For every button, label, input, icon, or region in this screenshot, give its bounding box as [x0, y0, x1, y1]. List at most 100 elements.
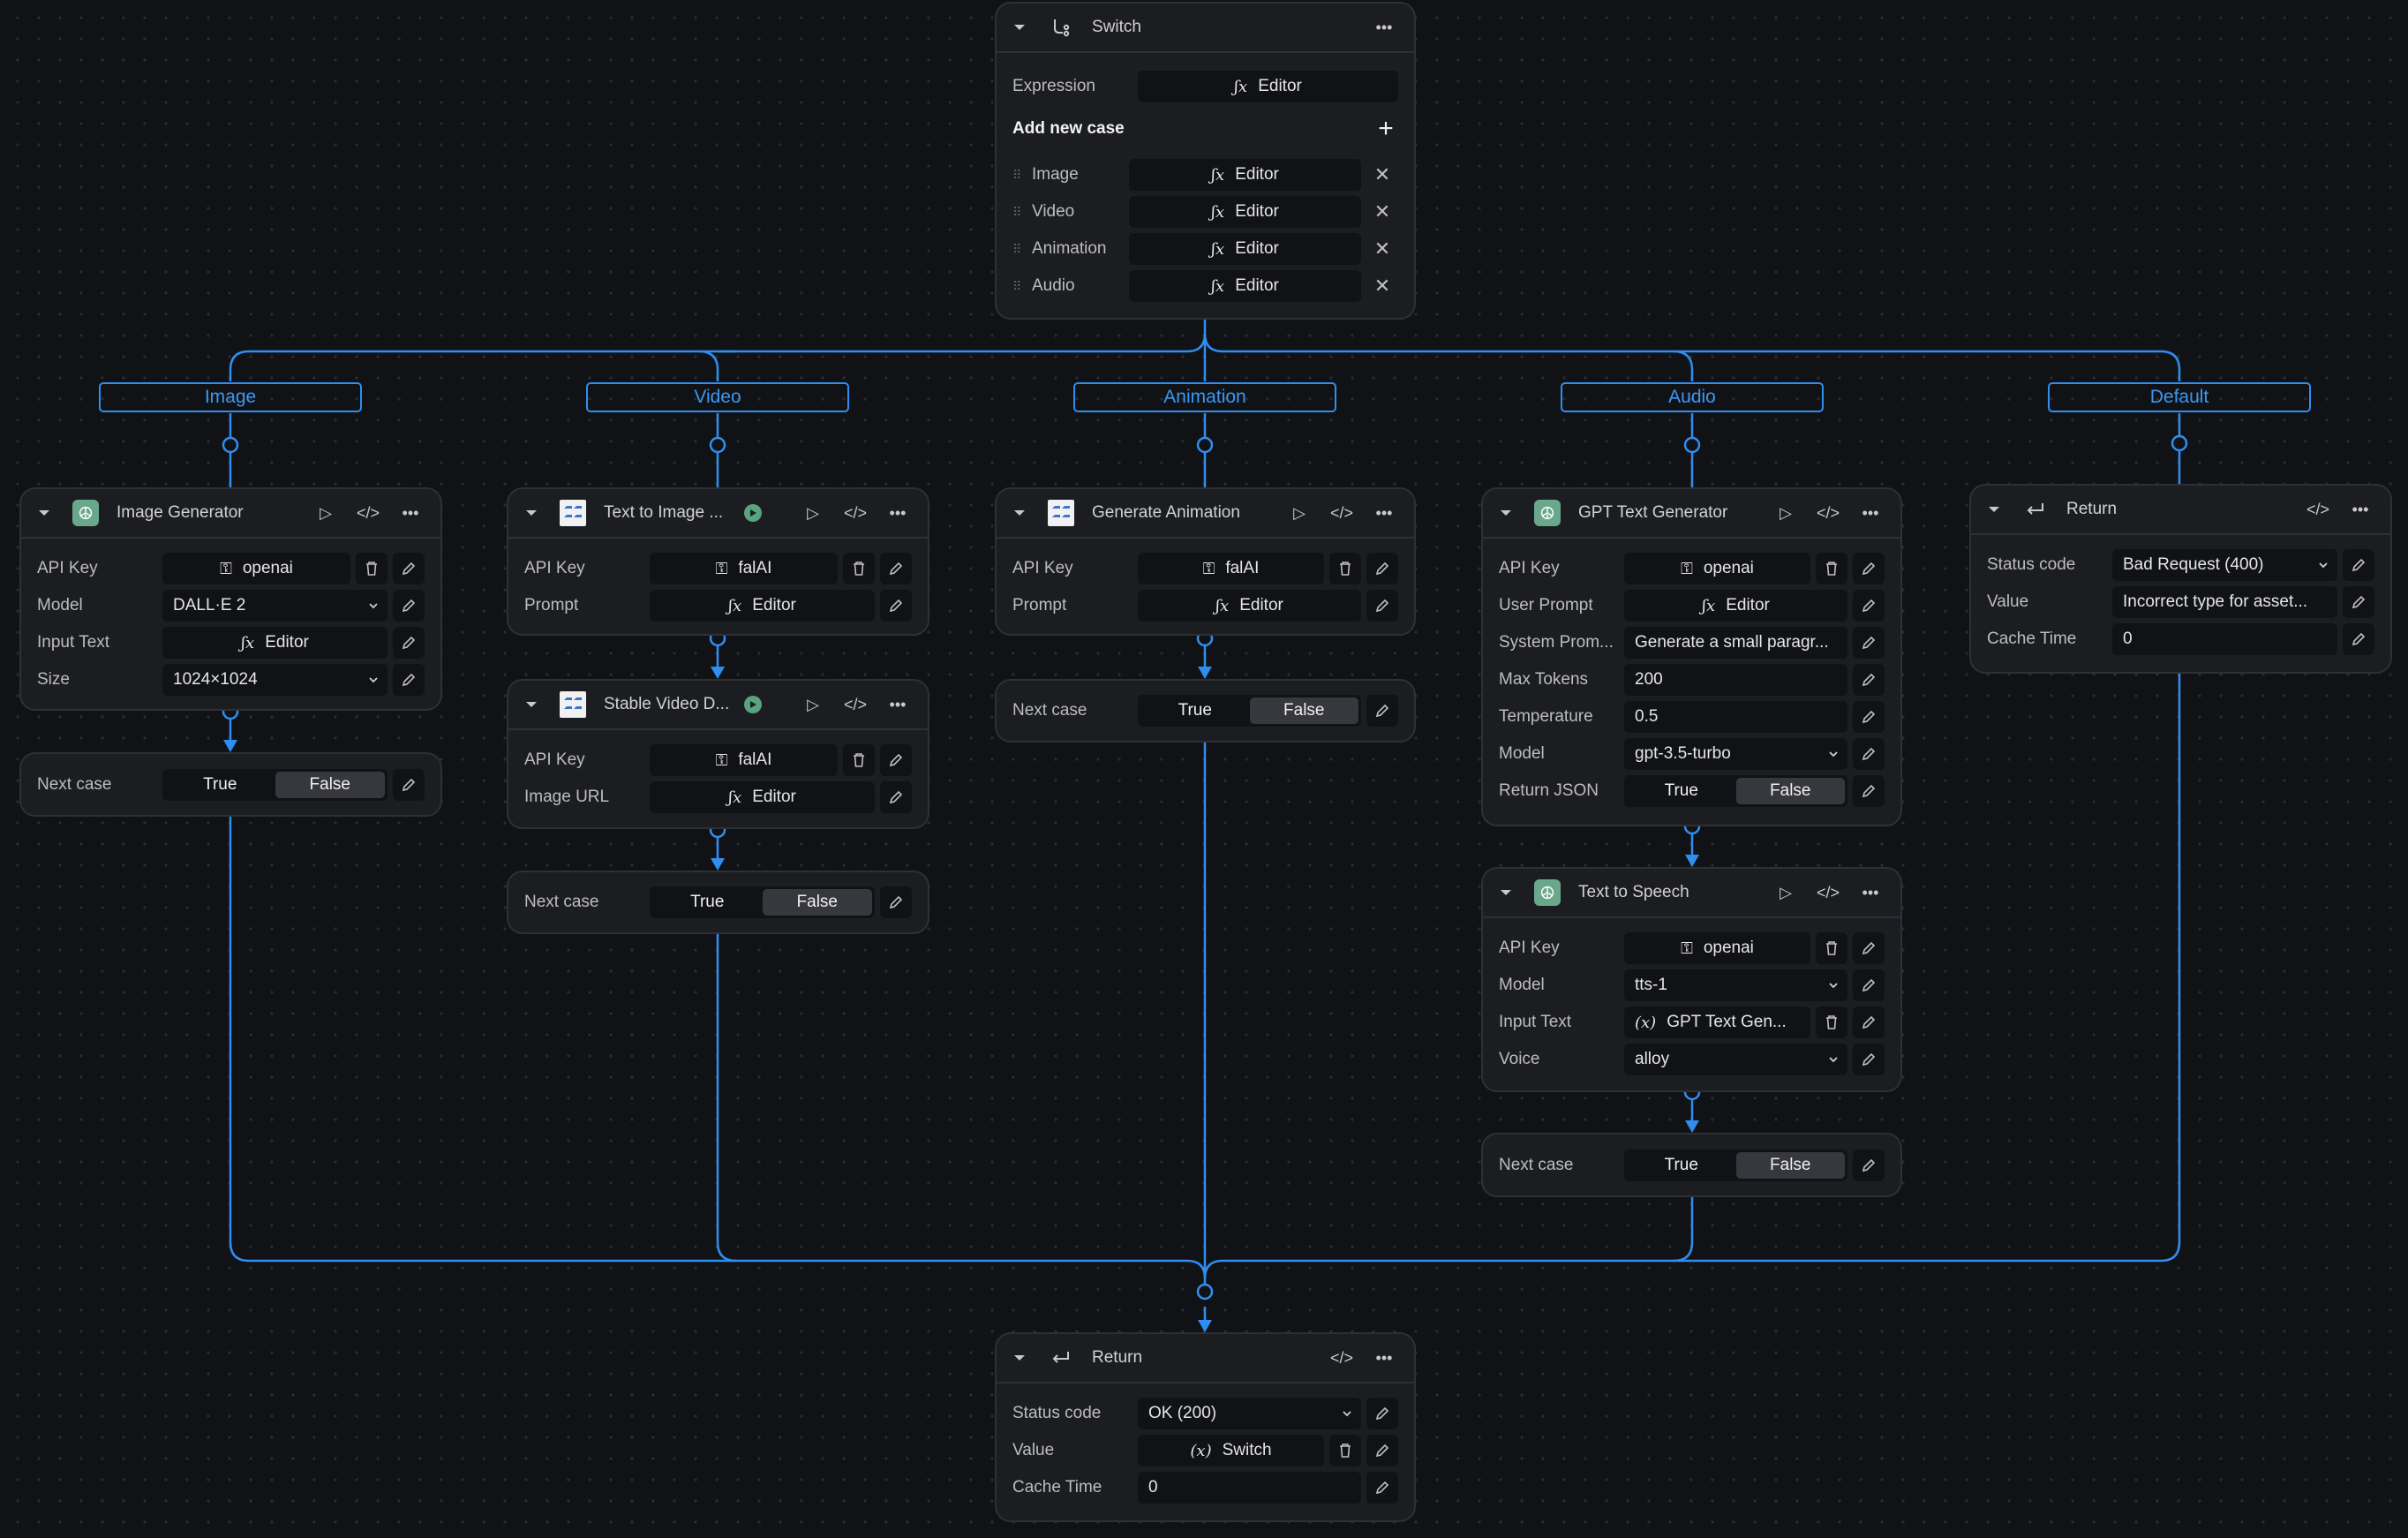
toggle-true[interactable]: True: [1627, 1152, 1736, 1179]
run-play-icon[interactable]: ▷: [312, 499, 340, 527]
more-options-icon[interactable]: •••: [1856, 878, 1885, 907]
run-play-icon[interactable]: ▷: [799, 690, 827, 719]
edit-pencil-icon[interactable]: [1366, 1435, 1398, 1466]
edit-pencil-icon[interactable]: [1853, 775, 1885, 807]
drag-handle-icon[interactable]: ⠿: [1012, 243, 1021, 255]
edit-pencil-icon[interactable]: [1853, 590, 1885, 622]
more-options-icon[interactable]: •••: [396, 499, 425, 527]
next-case-toggle[interactable]: True False: [162, 769, 388, 801]
next-case-toggle[interactable]: True False: [650, 886, 875, 918]
api-key-selector[interactable]: ⚿ openai: [1624, 932, 1810, 964]
image-generator-node[interactable]: Image Generator ▷ </> ••• API Key ⚿ opena…: [19, 487, 442, 711]
run-status-play-icon[interactable]: [744, 504, 762, 522]
final-return-node[interactable]: Return </> ••• Status code OK (200) Valu…: [995, 1332, 1416, 1522]
max-tokens-input[interactable]: 200: [1624, 664, 1847, 696]
edit-pencil-icon[interactable]: [1853, 1044, 1885, 1075]
remove-case-close-icon[interactable]: ✕: [1366, 270, 1398, 302]
run-play-icon[interactable]: ▷: [1772, 499, 1800, 527]
prompt-editor-button[interactable]: ʃx Editor: [650, 590, 875, 622]
collapse-caret-icon[interactable]: [526, 702, 537, 707]
generate-animation-node[interactable]: Generate Animation ▷ </> ••• API Key ⚿ fa…: [995, 487, 1416, 636]
text-to-speech-node[interactable]: Text to Speech ▷ </> ••• API Key ⚿ openai…: [1481, 867, 1902, 1092]
edit-pencil-icon[interactable]: [1366, 1398, 1398, 1429]
audio-next-case-node[interactable]: Next case True False: [1481, 1133, 1902, 1197]
edit-pencil-icon[interactable]: [1853, 701, 1885, 733]
branch-label-image[interactable]: Image: [99, 382, 362, 412]
toggle-false[interactable]: False: [275, 772, 385, 798]
cache-time-input[interactable]: 0: [2112, 623, 2337, 655]
more-options-icon[interactable]: •••: [1370, 1344, 1398, 1372]
system-prompt-input[interactable]: Generate a small paragr...: [1624, 627, 1847, 659]
edit-pencil-icon[interactable]: [1853, 932, 1885, 964]
toggle-false[interactable]: False: [1249, 697, 1358, 724]
edit-pencil-icon[interactable]: [1366, 695, 1398, 727]
input-text-variable[interactable]: (x) GPT Text Gen...: [1624, 1006, 1810, 1038]
more-options-icon[interactable]: •••: [1856, 499, 1885, 527]
collapse-caret-icon[interactable]: [39, 510, 49, 516]
toggle-false[interactable]: False: [1735, 1152, 1845, 1179]
voice-dropdown[interactable]: alloy: [1624, 1044, 1847, 1075]
next-case-toggle[interactable]: True False: [1138, 695, 1361, 727]
video-next-case-node[interactable]: Next case True False: [507, 871, 929, 934]
more-options-icon[interactable]: •••: [884, 690, 912, 719]
edit-pencil-icon[interactable]: [1853, 553, 1885, 584]
toggle-false[interactable]: False: [762, 889, 872, 916]
edit-pencil-icon[interactable]: [1853, 1150, 1885, 1181]
value-input[interactable]: Incorrect type for asset...: [2112, 586, 2337, 618]
animation-next-case-node[interactable]: Next case True False: [995, 679, 1416, 743]
edit-pencil-icon[interactable]: [393, 553, 425, 584]
more-options-icon[interactable]: •••: [884, 499, 912, 527]
expression-editor-button[interactable]: ʃx Editor: [1138, 71, 1398, 102]
default-return-node[interactable]: Return </> ••• Status code Bad Request (…: [1969, 484, 2392, 674]
prompt-editor-button[interactable]: ʃx Editor: [1138, 590, 1361, 622]
toggle-false[interactable]: False: [1735, 778, 1845, 804]
trash-icon[interactable]: [1329, 553, 1361, 584]
more-options-icon[interactable]: •••: [1370, 13, 1398, 41]
code-icon[interactable]: </>: [1328, 499, 1356, 527]
edit-pencil-icon[interactable]: [1853, 1006, 1885, 1038]
edit-pencil-icon[interactable]: [1853, 627, 1885, 659]
stable-video-node[interactable]: Stable Video D... ▷ </> ••• API Key ⚿ fal…: [507, 679, 929, 829]
toggle-true[interactable]: True: [165, 772, 275, 798]
edit-pencil-icon[interactable]: [2343, 549, 2374, 581]
trash-icon[interactable]: [843, 553, 875, 584]
return-json-toggle[interactable]: True False: [1624, 775, 1847, 807]
code-icon[interactable]: </>: [354, 499, 382, 527]
status-code-dropdown[interactable]: OK (200): [1138, 1398, 1361, 1429]
drag-handle-icon[interactable]: ⠿: [1012, 206, 1021, 218]
toggle-true[interactable]: True: [652, 889, 763, 916]
code-icon[interactable]: </>: [1328, 1344, 1356, 1372]
case-editor-button[interactable]: ʃx Editor: [1129, 233, 1361, 265]
collapse-caret-icon[interactable]: [526, 510, 537, 516]
branch-label-audio[interactable]: Audio: [1561, 382, 1824, 412]
case-editor-button[interactable]: ʃx Editor: [1129, 159, 1361, 191]
branch-label-default[interactable]: Default: [2048, 382, 2311, 412]
api-key-selector[interactable]: ⚿ openai: [162, 553, 350, 584]
edit-pencil-icon[interactable]: [1366, 1472, 1398, 1504]
collapse-caret-icon[interactable]: [1501, 510, 1511, 516]
api-key-selector[interactable]: ⚿ falAI: [1138, 553, 1324, 584]
value-variable[interactable]: (x) Switch: [1138, 1435, 1324, 1466]
edit-pencil-icon[interactable]: [880, 886, 912, 918]
drag-handle-icon[interactable]: ⠿: [1012, 169, 1021, 181]
edit-pencil-icon[interactable]: [1853, 664, 1885, 696]
gpt-text-generator-node[interactable]: GPT Text Generator ▷ </> ••• API Key ⚿ op…: [1481, 487, 1902, 826]
status-code-dropdown[interactable]: Bad Request (400): [2112, 549, 2337, 581]
remove-case-close-icon[interactable]: ✕: [1366, 196, 1398, 228]
run-status-play-icon[interactable]: [744, 696, 762, 713]
branch-label-animation[interactable]: Animation: [1073, 382, 1336, 412]
edit-pencil-icon[interactable]: [1853, 738, 1885, 770]
edit-pencil-icon[interactable]: [393, 769, 425, 801]
run-play-icon[interactable]: ▷: [799, 499, 827, 527]
edit-pencil-icon[interactable]: [393, 590, 425, 622]
code-icon[interactable]: </>: [2304, 495, 2332, 524]
collapse-caret-icon[interactable]: [1989, 507, 1999, 512]
switch-node[interactable]: Switch ••• Expression ʃx Editor Add new c…: [995, 2, 1416, 320]
trash-icon[interactable]: [1816, 932, 1847, 964]
api-key-selector[interactable]: ⚿ openai: [1624, 553, 1810, 584]
api-key-selector[interactable]: ⚿ falAI: [650, 553, 838, 584]
branch-label-video[interactable]: Video: [586, 382, 849, 412]
edit-pencil-icon[interactable]: [2343, 623, 2374, 655]
size-dropdown[interactable]: 1024×1024: [162, 664, 388, 696]
api-key-selector[interactable]: ⚿ falAI: [650, 744, 838, 776]
